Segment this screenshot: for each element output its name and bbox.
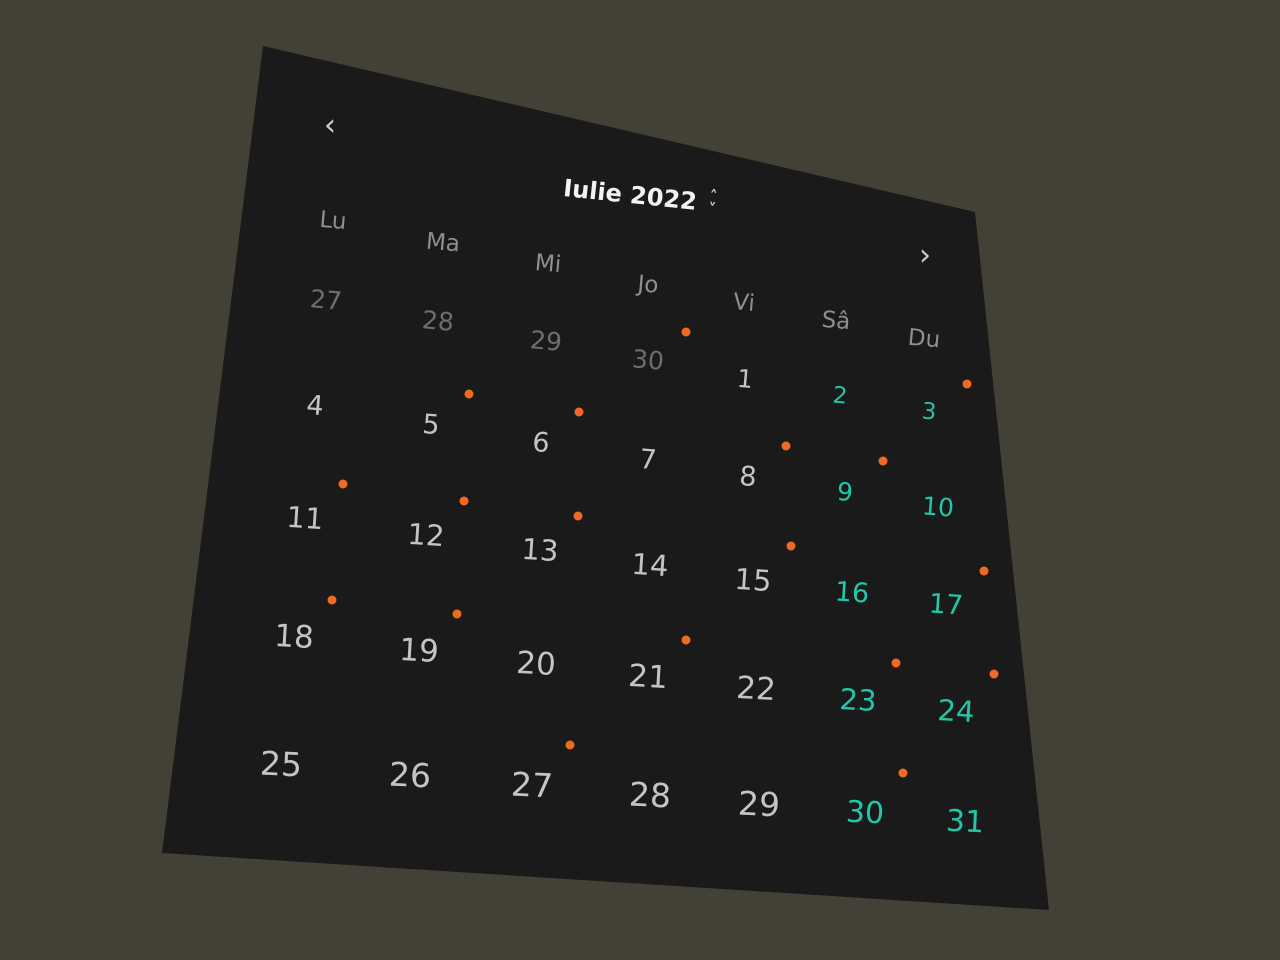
event-dot <box>989 669 999 679</box>
event-dot <box>681 635 691 645</box>
event-dot <box>979 566 989 576</box>
day-cell[interactable]: 23 <box>839 682 878 718</box>
weekday-label: Lu <box>318 206 348 236</box>
day-cell[interactable]: 10 <box>921 491 955 522</box>
day-cell[interactable]: 30 <box>845 795 885 832</box>
event-dot <box>327 595 337 605</box>
next-month-button[interactable]: › <box>919 241 931 271</box>
day-cell[interactable]: 4 <box>305 390 325 422</box>
day-cell[interactable]: 28 <box>421 305 455 337</box>
event-dot <box>962 379 972 389</box>
event-dot <box>681 327 691 337</box>
day-cell[interactable]: 29 <box>737 784 781 825</box>
day-cell[interactable]: 18 <box>273 618 314 656</box>
chevron-up-down-icon: ˄ ˅ <box>707 186 719 219</box>
event-dot <box>338 479 348 489</box>
day-cell[interactable]: 17 <box>928 588 964 621</box>
weekday-label: Sâ <box>820 306 852 336</box>
day-cell[interactable]: 3 <box>921 398 938 425</box>
day-cell[interactable]: 12 <box>406 517 445 553</box>
day-cell[interactable]: 8 <box>738 461 758 493</box>
event-dot <box>781 441 791 451</box>
weekday-label: Du <box>906 324 942 354</box>
event-dot <box>574 407 584 417</box>
day-cell[interactable]: 20 <box>515 645 556 683</box>
day-cell[interactable]: 9 <box>836 477 854 507</box>
day-cell[interactable]: 7 <box>638 444 658 476</box>
event-dot <box>573 511 583 521</box>
day-cell[interactable]: 2 <box>832 382 849 409</box>
event-dot <box>898 768 908 778</box>
day-cell[interactable]: 24 <box>937 693 976 729</box>
day-cell[interactable]: 6 <box>531 427 551 459</box>
day-cell[interactable]: 31 <box>945 804 985 841</box>
day-cell[interactable]: 13 <box>520 532 559 568</box>
event-dot <box>786 541 796 551</box>
event-dot <box>452 609 462 619</box>
day-cell[interactable]: 27 <box>510 765 554 806</box>
event-dot <box>459 496 469 506</box>
prev-month-button[interactable]: ‹ <box>324 111 336 141</box>
chevron-left-icon: ‹ <box>324 108 336 143</box>
day-cell[interactable]: 26 <box>388 755 432 796</box>
day-cell[interactable]: 28 <box>628 775 672 816</box>
event-dot <box>878 456 888 466</box>
day-cell[interactable]: 22 <box>735 670 776 708</box>
day-cell[interactable]: 21 <box>627 658 668 696</box>
month-year-switcher[interactable]: Iulie 2022 ˄ ˅ <box>562 174 719 219</box>
day-cell[interactable]: 5 <box>421 409 441 441</box>
day-cell[interactable]: 19 <box>398 632 439 670</box>
day-cell[interactable]: 11 <box>285 500 324 536</box>
weekday-label: Mi <box>533 249 563 279</box>
day-cell[interactable]: 30 <box>631 344 665 376</box>
day-cell[interactable]: 16 <box>834 576 870 609</box>
weekday-label: Vi <box>732 289 756 317</box>
day-cell[interactable]: 14 <box>630 547 669 583</box>
chevron-right-icon: › <box>919 238 931 273</box>
weekday-label: Jo <box>636 271 660 299</box>
weekday-label: Ma <box>424 228 462 258</box>
day-cell[interactable]: 27 <box>309 284 343 316</box>
event-dot <box>891 658 901 668</box>
day-cell[interactable]: 29 <box>529 325 563 357</box>
calendar-panel: ‹ › Iulie 2022 ˄ ˅ Lu Ma Mi Jo Vi Sâ Du 27 28 29 3… <box>162 46 1049 910</box>
month-year-title: Iulie 2022 <box>562 174 699 216</box>
event-dot <box>565 740 575 750</box>
day-cell[interactable]: 25 <box>259 744 303 785</box>
day-cell[interactable]: 15 <box>733 562 772 598</box>
event-dot <box>464 389 474 399</box>
day-cell[interactable]: 1 <box>736 364 754 394</box>
